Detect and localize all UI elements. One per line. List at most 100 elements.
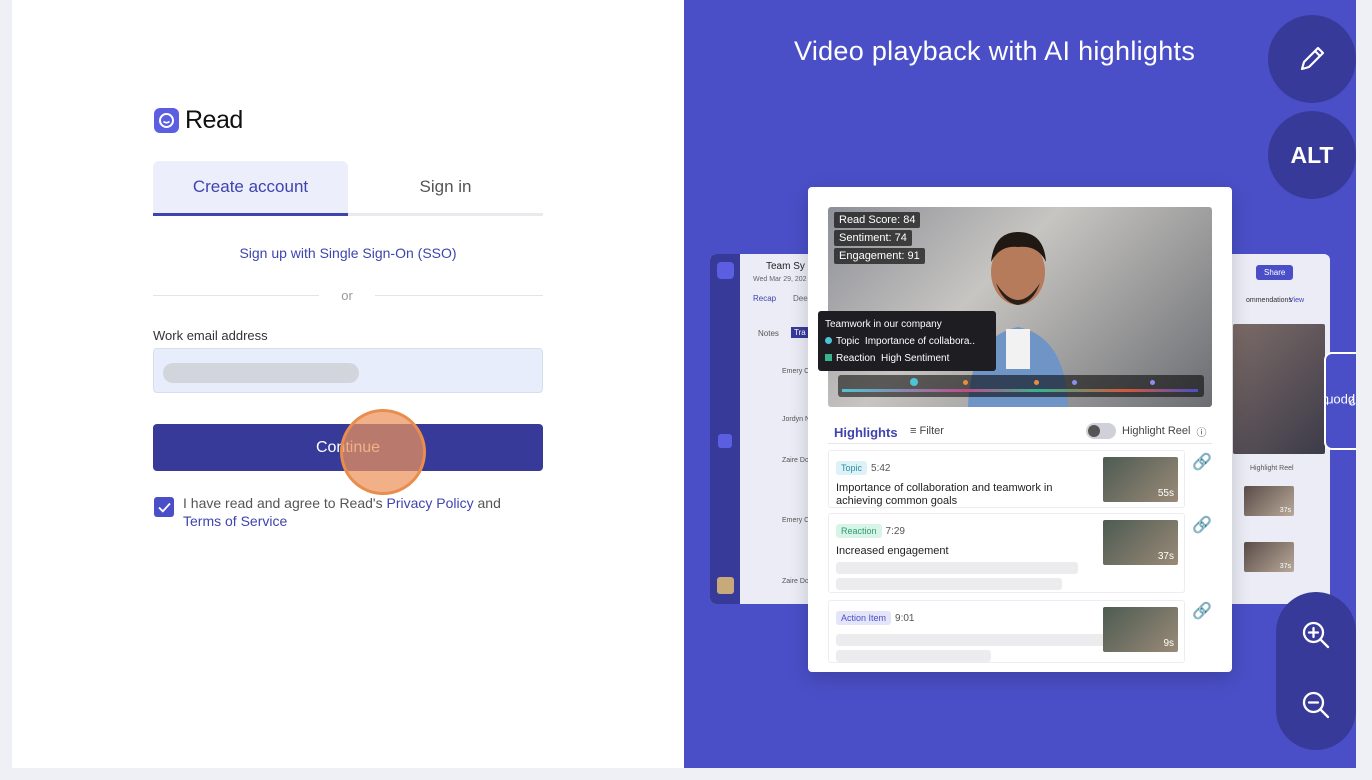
- highlight-time: 5:42: [871, 463, 891, 474]
- link-icon: 🔗: [1192, 517, 1212, 534]
- signup-panel: Read Create account Sign in Sign up with…: [12, 0, 684, 768]
- preview-name-3: Zaire Do: [782, 457, 809, 464]
- placeholder-bar: [836, 634, 1106, 646]
- pencil-icon: [1300, 46, 1325, 71]
- support-text: Support: [1325, 393, 1356, 409]
- preview-meeting-title: Team Sy: [766, 261, 805, 272]
- preview-view-link: View: [1289, 297, 1305, 304]
- click-indicator: [340, 409, 426, 495]
- preview-back-thumb-2-duration: 37s: [1279, 563, 1291, 570]
- timeline-track: [842, 389, 1198, 392]
- preview-back-thumb-1: 37s: [1244, 486, 1294, 516]
- checkmark-icon: [157, 502, 171, 513]
- link-icon: 🔗: [1192, 454, 1212, 471]
- zoom-out-icon: [1302, 691, 1330, 719]
- highlights-title: Highlights: [834, 425, 898, 440]
- agree-checkbox[interactable]: [154, 497, 174, 517]
- preview-name-2: Jordyn N: [782, 416, 811, 423]
- alt-text-button[interactable]: ALT: [1268, 111, 1356, 199]
- tooltip-topic-row: Topic Importance of collabora..: [825, 333, 989, 350]
- preview-nav-active-icon: [718, 434, 732, 448]
- privacy-policy-link[interactable]: Privacy Policy: [386, 495, 473, 511]
- preview-recommendations: ommendations: [1246, 297, 1292, 304]
- highlight-reel-label: Highlight Reel: [1122, 425, 1191, 437]
- or-divider-text: or: [341, 288, 353, 303]
- preview-tab-recap: Recap: [753, 294, 777, 303]
- tag-action-item: Action Item: [836, 611, 892, 625]
- tooltip-topic-value: Importance of collabora..: [864, 336, 975, 347]
- timeline-marker: [1150, 380, 1155, 385]
- preview-sidebar: [710, 254, 740, 604]
- tooltip-reaction-value: High Sentiment: [881, 353, 950, 364]
- divider-right: [375, 295, 543, 296]
- preview-meeting-date: Wed Mar 29, 202: [753, 276, 807, 283]
- zoom-out-button[interactable]: [1276, 670, 1356, 740]
- divider-left: [153, 295, 319, 296]
- toggle-switch: [1086, 423, 1116, 439]
- preview-subtab-notes: Notes: [758, 329, 779, 338]
- thumb-duration: 9s: [1163, 638, 1174, 649]
- read-logo: Read: [154, 106, 243, 135]
- agree-text: I have read and agree to Read's Privacy …: [183, 494, 553, 530]
- preview-logo-icon: [717, 262, 734, 279]
- auth-tabs: Create account Sign in: [153, 161, 543, 216]
- timeline-marker: [1072, 380, 1077, 385]
- preview-back-video: [1233, 324, 1325, 454]
- highlight-time: 9:01: [895, 613, 915, 624]
- email-field[interactable]: [153, 348, 543, 393]
- agree-and: and: [477, 495, 501, 511]
- tag-reaction: Reaction: [836, 524, 882, 538]
- preview-name-4: Emery C: [782, 517, 810, 524]
- highlight-time: 7:29: [885, 526, 905, 537]
- preview-share-button: Share: [1256, 265, 1294, 280]
- edit-button[interactable]: [1268, 15, 1356, 103]
- tooltip-topic-label: Topic: [836, 336, 860, 347]
- preview-back-thumb-1-duration: 37s: [1279, 507, 1291, 514]
- reaction-square-icon: [825, 354, 832, 361]
- filter-control: ≡ Filter: [910, 425, 944, 437]
- read-logo-icon: [154, 108, 179, 133]
- zoom-in-button[interactable]: [1276, 600, 1356, 670]
- engagement-badge: Engagement: 91: [834, 248, 925, 264]
- tooltip-reaction-row: Reaction High Sentiment: [825, 350, 989, 367]
- highlight-thumbnail: 55s: [1103, 457, 1178, 502]
- highlight-reel-toggle: Highlight Reel ⓘ: [1086, 423, 1206, 439]
- tooltip-title: Teamwork in our company: [825, 319, 942, 330]
- preview-name-1: Emery C: [782, 368, 810, 375]
- info-icon: ⓘ: [1196, 427, 1207, 439]
- placeholder-bar: [836, 562, 1078, 574]
- tab-create-account[interactable]: Create account: [153, 161, 348, 216]
- brand-name: Read: [185, 106, 243, 134]
- read-score-badge: Read Score: 84: [834, 212, 921, 228]
- support-tab[interactable]: ? Support: [1324, 352, 1356, 450]
- video-timeline: [838, 375, 1204, 397]
- sentiment-badge: Sentiment: 74: [834, 230, 912, 246]
- preview-reel-label: Highlight Reel: [1250, 465, 1294, 472]
- link-icon: 🔗: [1192, 603, 1212, 620]
- video-tooltip: Teamwork in our company Topic Importance…: [818, 311, 996, 371]
- timeline-marker-topic: [910, 378, 918, 386]
- highlight-item: Action Item 9:01 9s: [828, 600, 1185, 663]
- tab-sign-in[interactable]: Sign in: [348, 161, 543, 213]
- placeholder-bar: [836, 650, 991, 662]
- highlight-text: Increased engagement: [836, 545, 949, 557]
- highlight-thumbnail: 37s: [1103, 520, 1178, 565]
- tooltip-reaction-label: Reaction: [836, 353, 876, 364]
- highlight-item: Topic 5:42 Importance of collaboration an…: [828, 450, 1185, 508]
- placeholder-bar: [836, 578, 1062, 590]
- terms-of-service-link[interactable]: Terms of Service: [183, 513, 287, 529]
- highlights-divider: [828, 443, 1212, 444]
- email-label: Work email address: [153, 328, 268, 343]
- zoom-controls: [1276, 592, 1356, 750]
- sso-link[interactable]: Sign up with Single Sign-On (SSO): [153, 245, 543, 261]
- promo-panel: Video playback with AI highlights Team S…: [684, 0, 1356, 768]
- preview-avatar: [717, 577, 734, 594]
- topic-dot-icon: [825, 337, 832, 344]
- highlight-thumbnail: 9s: [1103, 607, 1178, 652]
- timeline-marker: [1034, 380, 1039, 385]
- filter-icon: ≡: [910, 425, 917, 437]
- zoom-in-icon: [1302, 621, 1330, 649]
- tag-topic: Topic: [836, 461, 868, 475]
- preview-name-5: Zaire Do: [782, 578, 809, 585]
- promo-headline: Video playback with AI highlights: [794, 36, 1196, 66]
